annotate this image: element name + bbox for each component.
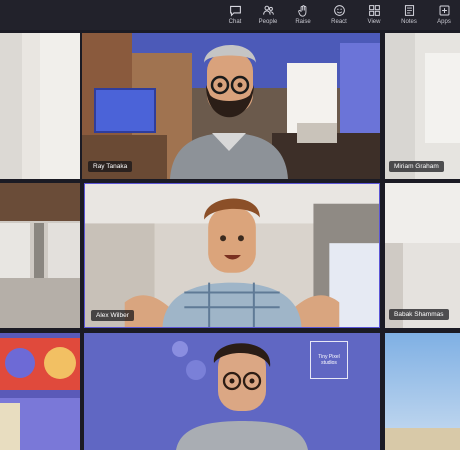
video-tile-left-top[interactable] [0,33,80,179]
participant-name-tag: Alex Wilber [91,310,134,321]
people-button[interactable]: People [254,2,282,28]
video-tile-left-bottom[interactable] [0,333,80,450]
video-tile-miriam[interactable]: Miriam Graham [385,33,460,179]
apps-label: Apps [437,19,451,25]
react-label: React [331,19,347,25]
people-label: People [258,19,278,25]
view-label: View [367,19,381,25]
apps-button[interactable]: Apps [430,2,458,28]
raise-label: Raise [295,19,311,25]
loft-background [0,183,80,328]
colorful-background [0,333,80,450]
babak-room-background [385,183,460,328]
video-tile-right-bottom[interactable] [385,333,460,450]
view-button[interactable]: View [360,2,388,28]
react-button[interactable]: React [325,2,353,28]
studio-wall-logo: Tiny Pixel studios [310,341,348,379]
notes-button[interactable]: Notes [395,2,423,28]
miriam-room-background [385,33,460,179]
raise-hand-icon [297,5,306,17]
sky-background [385,333,460,450]
chat-label: Chat [228,19,242,25]
alex-avatar-scene [85,184,379,327]
video-tile-babak[interactable]: Babak Shammas [385,183,460,328]
notes-icon [404,5,414,16]
video-tile-alex[interactable]: Alex Wilber [84,183,380,328]
ray-avatar-scene [82,33,380,179]
participant-name-tag: Babak Shammas [389,309,449,320]
meeting-toolbar: Chat People Raise React View Notes Apps [0,0,460,30]
video-tile-bottom-center[interactable]: Tiny Pixel studios [84,333,380,450]
participant-name-tag: Miriam Graham [389,161,444,172]
view-icon [368,5,380,16]
room-background [0,33,80,179]
notes-label: Notes [401,19,417,25]
chat-button[interactable]: Chat [221,2,249,28]
react-icon [333,5,345,16]
wall-logo-line2: studios [321,360,337,366]
participant-name-tag: Ray Tanaka [88,161,133,172]
apps-icon [439,5,449,16]
video-tile-ray[interactable]: Ray Tanaka [82,33,380,179]
people-icon [262,5,274,15]
raise-hand-button[interactable]: Raise [289,2,317,28]
chat-icon [229,5,241,17]
video-tile-left-middle[interactable] [0,183,80,328]
